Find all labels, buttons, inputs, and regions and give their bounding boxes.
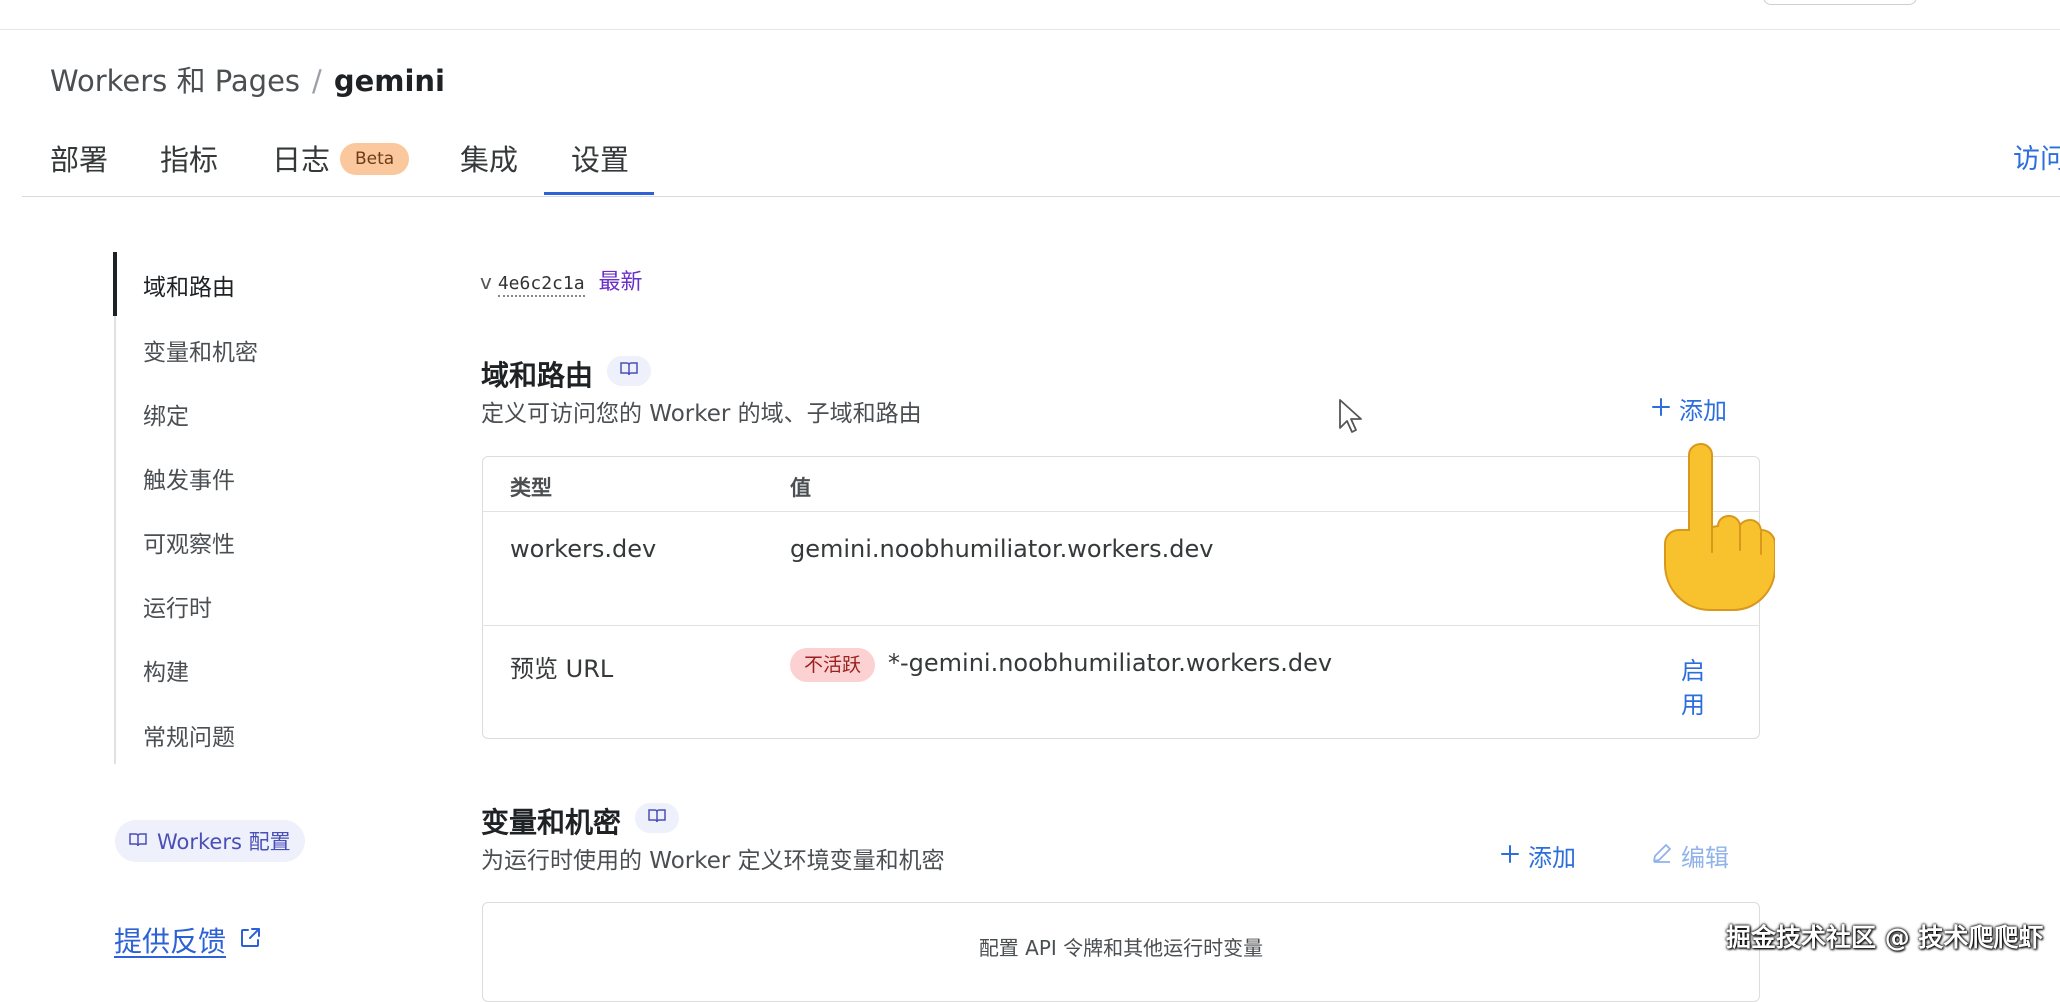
book-icon (648, 808, 666, 828)
pointing-hand-icon (1655, 436, 1776, 616)
feedback-label: 提供反馈 (114, 925, 227, 958)
sidebar-item-runtime[interactable]: 运行时 (143, 589, 212, 623)
row-type-workers-dev: workers.dev (510, 535, 657, 563)
book-icon (129, 829, 147, 853)
add-variable-button[interactable]: 添加 (1500, 838, 1576, 873)
visit-link[interactable]: 访问 (2013, 137, 2060, 176)
top-right-button[interactable] (1763, 0, 1917, 5)
feedback-link[interactable]: 提供反馈 (114, 920, 262, 960)
inactive-status-badge: 不活跃 (790, 648, 876, 682)
domains-table (482, 456, 1760, 739)
tab-settings[interactable]: 设置 (571, 137, 629, 179)
tabs-divider (22, 196, 2060, 197)
edit-variables-button[interactable]: 编辑 (1651, 838, 1729, 873)
workers-config-docs-pill[interactable]: Workers 配置 (115, 820, 305, 862)
top-divider (0, 29, 2060, 30)
sidebar-track (114, 252, 116, 764)
beta-badge: Beta (340, 143, 410, 175)
add-domain-button[interactable]: 添加 (1651, 391, 1727, 426)
tab-logs[interactable]: 日志 (272, 137, 330, 179)
table-row-divider (482, 625, 1760, 626)
sidebar-item-bindings[interactable]: 绑定 (143, 397, 189, 431)
book-icon (620, 361, 638, 381)
column-header-type: 类型 (510, 476, 552, 500)
domains-docs-button[interactable] (607, 356, 651, 386)
version-hash[interactable]: 4e6c2c1a (497, 273, 585, 297)
column-header-value: 值 (790, 476, 811, 500)
variables-empty-text: 配置 API 令牌和其他运行时变量 (978, 936, 1264, 960)
sidebar-item-general[interactable]: 常规问题 (143, 718, 235, 752)
external-link-icon (238, 924, 262, 957)
docs-pill-label: Workers 配置 (157, 830, 291, 854)
latest-label: 最新 (598, 270, 643, 295)
sidebar-item-domains-routes[interactable]: 域和路由 (143, 268, 235, 302)
breadcrumb-parent[interactable]: Workers 和 Pages (50, 64, 300, 98)
breadcrumb-current: gemini (333, 64, 445, 98)
row-type-preview-url: 预览 URL (510, 655, 614, 683)
plus-icon (1500, 842, 1520, 870)
domains-section-title: 域和路由 (481, 359, 594, 392)
row-value-workers-dev[interactable]: gemini.noobhumiliator.workers.dev (790, 535, 1213, 563)
variables-section-description: 为运行时使用的 Worker 定义环境变量和机密 (481, 848, 945, 874)
domains-section-description: 定义可访问您的 Worker 的域、子域和路由 (481, 401, 922, 427)
version-prefix: v (480, 270, 492, 294)
add-variable-label: 添加 (1528, 844, 1576, 872)
watermark: 掘金技术社区 @ 技术爬爬虾 (1726, 923, 2044, 952)
row-value-preview-url: *-gemini.noobhumiliator.workers.dev (888, 649, 1333, 677)
variables-docs-button[interactable] (635, 803, 679, 833)
sidebar-item-triggers[interactable]: 触发事件 (143, 461, 235, 495)
tab-metrics[interactable]: 指标 (160, 137, 218, 179)
plus-icon (1651, 395, 1671, 423)
table-header-divider (482, 511, 1760, 512)
breadcrumb-separator: / (312, 64, 322, 98)
version-info: v 4e6c2c1a 最新 (480, 264, 643, 297)
tab-integrations[interactable]: 集成 (460, 137, 518, 179)
edit-variables-label: 编辑 (1681, 844, 1729, 872)
sidebar-item-observability[interactable]: 可观察性 (143, 525, 235, 559)
active-tab-indicator (544, 192, 654, 195)
add-domain-label: 添加 (1679, 397, 1727, 425)
breadcrumb: Workers 和 Pages / gemini (50, 58, 445, 100)
pencil-icon (1651, 842, 1673, 870)
sidebar-item-variables-secrets[interactable]: 变量和机密 (143, 333, 258, 367)
sidebar-item-build[interactable]: 构建 (143, 653, 189, 687)
variables-section-title: 变量和机密 (481, 806, 622, 839)
sidebar-active-indicator (113, 252, 117, 316)
enable-preview-url-button[interactable]: 启用 (1680, 654, 1706, 722)
tab-deployments[interactable]: 部署 (50, 137, 108, 179)
mouse-cursor-icon (1338, 398, 1364, 434)
